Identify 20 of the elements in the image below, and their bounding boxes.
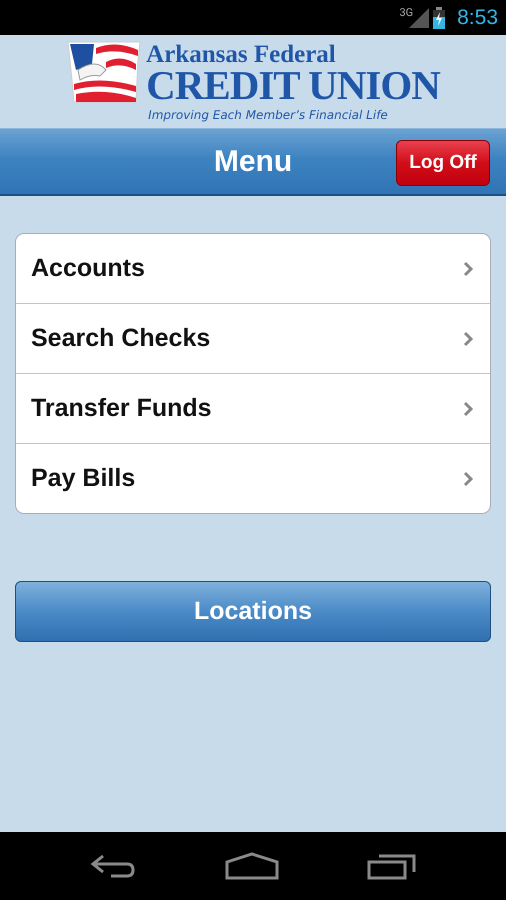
menu-item[interactable]: Accounts [16,234,490,303]
recent-apps-icon[interactable] [367,852,417,880]
page-title: Menu [214,144,292,178]
network-label: 3G [399,6,414,19]
locations-button[interactable]: Locations [15,581,491,642]
home-icon[interactable] [225,852,279,880]
menu-item[interactable]: Pay Bills [16,443,490,513]
chevron-icon [463,400,473,416]
battery-icon [433,6,446,28]
brand-title: CREDIT UNION [146,65,440,106]
brand-name: Arkansas Federal [146,42,337,67]
tagline: Improving Each Member’s Financial Life [148,109,389,121]
log-off-button[interactable]: Log Off [396,140,490,186]
chevron-icon [463,260,473,276]
clock: 8:53 [457,6,498,30]
menu-item[interactable]: Transfer Funds [16,373,490,443]
chevron-icon [463,330,473,346]
back-icon[interactable] [89,852,137,880]
chevron-icon [463,470,473,486]
menu-item[interactable]: Search Checks [16,303,490,373]
